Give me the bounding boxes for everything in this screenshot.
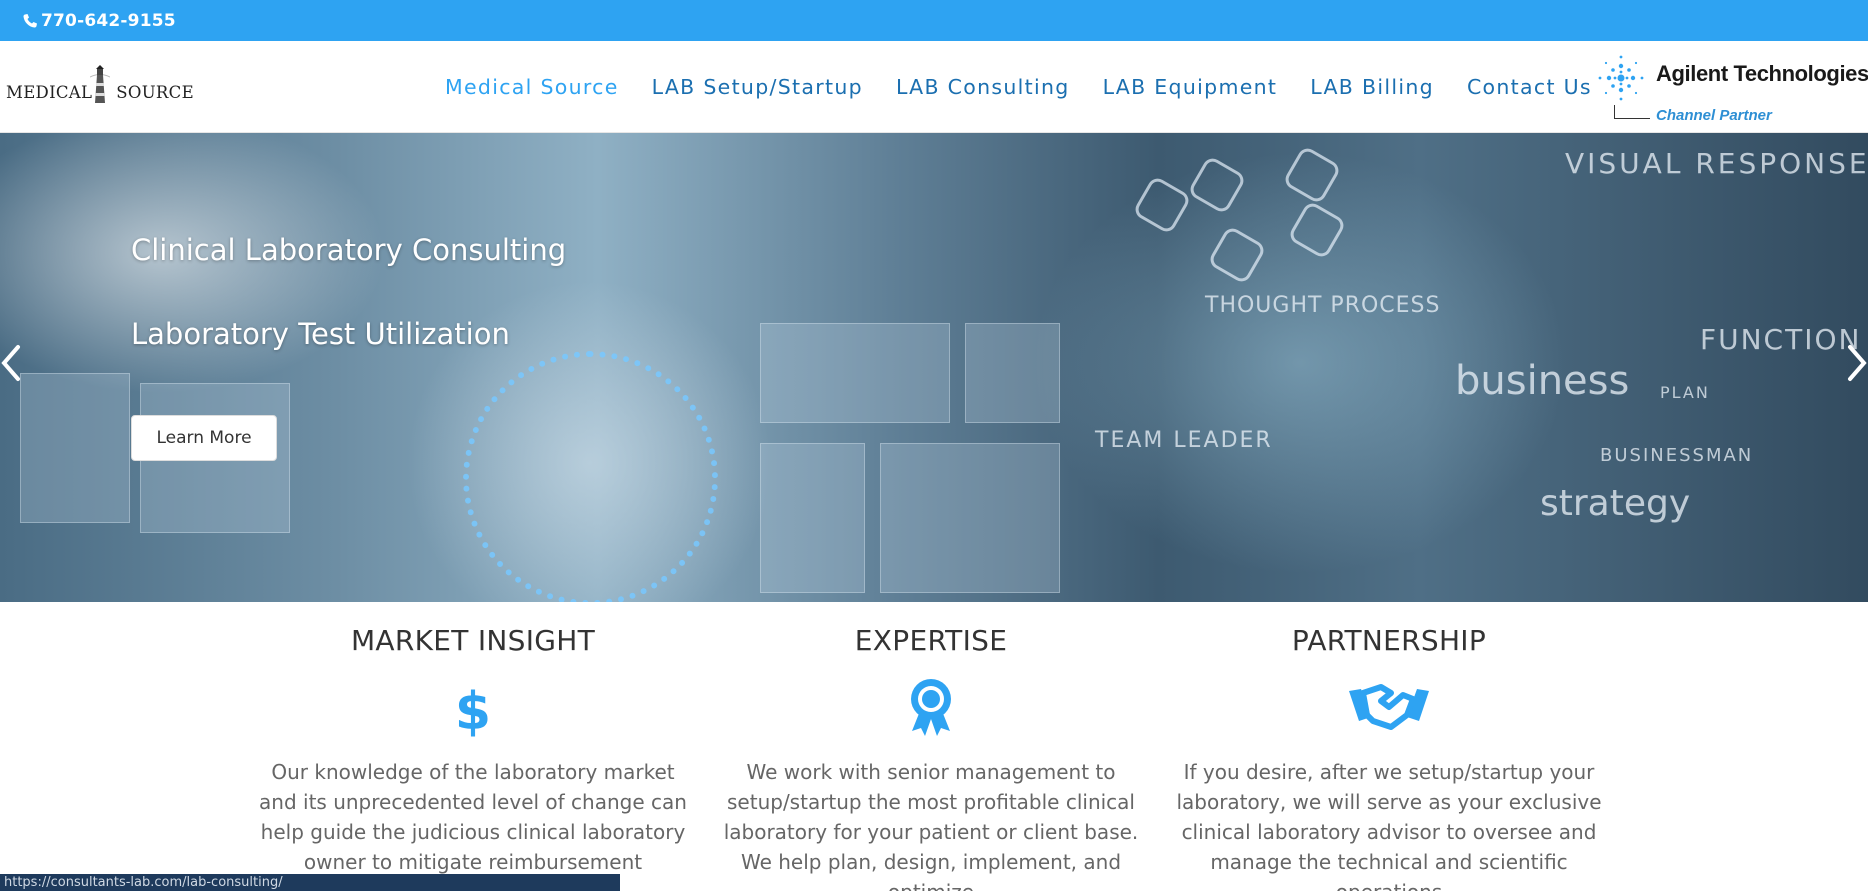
feature-text: Our knowledge of the laboratory market a… [259,760,687,891]
hero-watermark: BUSINESSMAN [1600,445,1754,466]
site-logo[interactable]: MEDICAL SOURCE [6,63,194,113]
feature-title: EXPERTISE [854,624,1008,657]
hero-decor-pane [880,443,1060,593]
hero-watermark: THOUGHT PROCESS [1205,293,1441,318]
lighthouse-icon [90,65,110,103]
hero-decor-hex [1286,199,1348,261]
hero-decor-hex [1206,224,1268,286]
channel-partner-label: Channel Partner [1656,107,1772,124]
nav-item-lab-billing[interactable]: LAB Billing [1310,75,1434,99]
hero-watermark: PLAN [1660,383,1710,402]
site-header: MEDICAL SOURCE Medical Source LAB Setup/S… [0,41,1868,133]
hero-decor-pane [20,373,130,523]
agilent-spark-icon [1598,55,1644,101]
learn-more-button[interactable]: Learn More [131,415,277,461]
feature-text: We work with senior management to setup/… [723,760,1139,891]
agilent-name: Agilent Technologies [1656,61,1868,86]
hero-watermark: TEAM LEADER [1095,428,1273,453]
nav-item-medical-source[interactable]: Medical Source [445,75,619,99]
feature-text: If you desire, after we setup/startup yo… [1176,760,1602,891]
browser-status-url: https://consultants-lab.com/lab-consulti… [0,874,620,891]
phone-number-link[interactable]: 770-642-9155 [41,11,176,31]
nav-item-contact-us[interactable]: Contact Us [1467,75,1592,99]
logo-word-right: SOURCE [116,83,194,102]
slide-title-secondary: Laboratory Test Utilization [131,317,510,351]
feature-title: MARKET INSIGHT [350,624,596,657]
hero-decor-pane [760,443,865,593]
hero-decor-pane [760,323,950,423]
handshake-icon [1349,684,1429,730]
feature-title: PARTNERSHIP [1291,624,1487,657]
hero-decor-ring [463,351,718,602]
phone-icon [23,13,37,28]
hero-slider: VISUAL RESPONSE THOUGHT PROCESS business… [0,133,1868,602]
hero-decor-hex [1131,174,1193,236]
nav-item-lab-setup[interactable]: LAB Setup/Startup [652,75,863,99]
hero-decor-hex [1281,144,1343,206]
nav-item-lab-consulting[interactable]: LAB Consulting [896,75,1070,99]
dollar-icon: $ [455,682,491,737]
agilent-partner-logo[interactable]: Agilent Technologies Channel Partner [1590,47,1868,127]
svg-text:$: $ [455,682,491,737]
slide-title-primary: Clinical Laboratory Consulting [131,233,567,267]
main-nav: Medical Source LAB Setup/Startup LAB Con… [445,75,1625,99]
feature-market-insight: MARKET INSIGHT $ Our knowledge of the la… [253,602,693,891]
partner-bracket [1614,105,1650,119]
hero-watermark: business [1455,358,1630,404]
hero-watermark: VISUAL RESPONSE [1565,147,1868,180]
top-bar: 770-642-9155 [0,0,1868,41]
features-section: MARKET INSIGHT $ Our knowledge of the la… [250,602,1620,891]
hero-watermark: strategy [1540,483,1691,524]
hero-decor-pane [965,323,1060,423]
hero-decor-hex [1186,154,1248,216]
logo-word-left: MEDICAL [6,83,93,102]
slider-prev-arrow-icon[interactable] [0,343,24,383]
hero-watermark: FUNCTION [1700,323,1862,356]
slider-next-arrow-icon[interactable] [1844,343,1868,383]
feature-expertise: EXPERTISE We work with senior management… [711,602,1151,891]
feature-partnership: PARTNERSHIP If you desire, after we setu… [1169,602,1609,891]
nav-item-lab-equipment[interactable]: LAB Equipment [1103,75,1278,99]
award-ribbon-icon [911,679,951,736]
